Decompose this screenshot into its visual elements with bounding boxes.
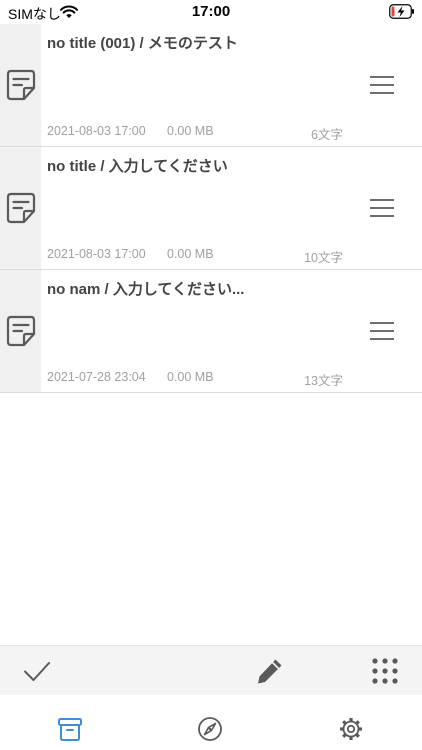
hamburger-menu-icon[interactable] (369, 74, 395, 96)
gear-icon[interactable] (338, 716, 364, 742)
status-time: 17:00 (191, 3, 231, 20)
pencil-icon[interactable] (255, 656, 285, 686)
archive-box-icon[interactable] (57, 716, 83, 742)
memo-date: 2021-08-03 17:00 (47, 124, 146, 138)
memo-row[interactable]: no nam / 入力してください... 2021-07-28 23:04 0.… (0, 270, 422, 393)
status-bar: SIMなし 17:00 (0, 0, 422, 24)
memo-row[interactable]: no title / 入力してください 2021-08-03 17:00 0.0… (0, 147, 422, 270)
memo-thumbnail (0, 147, 41, 269)
memo-row[interactable]: no title (001) / メモのテスト 2021-08-03 17:00… (0, 24, 422, 147)
memo-title: no nam / 入力してください... (47, 281, 245, 298)
checkmark-icon[interactable] (22, 656, 52, 686)
memo-size: 0.00 MB (167, 370, 214, 384)
memo-char-count: 10文字 (304, 251, 343, 265)
memo-title: no title (001) / メモのテスト (47, 35, 238, 52)
battery-charging-icon (389, 4, 414, 19)
memo-char-count: 13文字 (304, 374, 343, 388)
bottom-toolbar (0, 645, 422, 695)
memo-doc-icon (6, 69, 36, 101)
memo-list: no title (001) / メモのテスト 2021-08-03 17:00… (0, 24, 422, 393)
memo-date: 2021-08-03 17:00 (47, 247, 146, 261)
memo-thumbnail (0, 24, 41, 146)
memo-date: 2021-07-28 23:04 (47, 370, 146, 384)
memo-size: 0.00 MB (167, 124, 214, 138)
grid-dots-icon[interactable] (370, 656, 400, 686)
hamburger-menu-icon[interactable] (369, 320, 395, 342)
memo-thumbnail (0, 270, 41, 392)
memo-char-count: 6文字 (311, 128, 343, 142)
memo-doc-icon (6, 192, 36, 224)
compass-icon[interactable] (197, 716, 223, 742)
hamburger-menu-icon[interactable] (369, 197, 395, 219)
memo-size: 0.00 MB (167, 247, 214, 261)
tab-bar (0, 695, 422, 750)
memo-doc-icon (6, 315, 36, 347)
memo-title: no title / 入力してください (47, 158, 228, 175)
